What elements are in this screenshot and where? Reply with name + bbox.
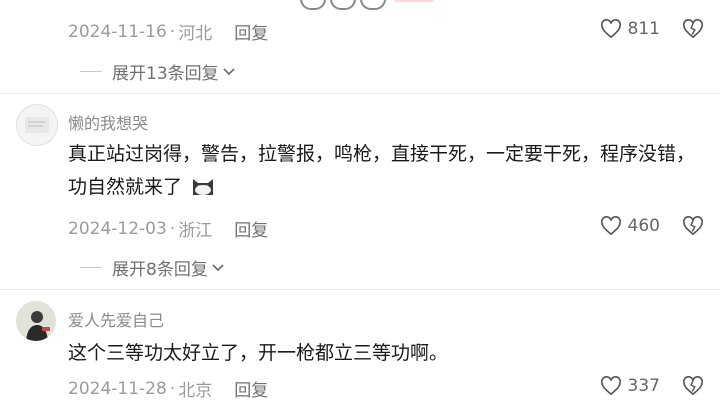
comment-divider bbox=[0, 93, 720, 94]
avatar-image bbox=[16, 301, 56, 341]
comment-date: 2024-12-03 bbox=[68, 218, 167, 239]
comment-text: 真正站过岗得，警告，拉警报，鸣枪，直接干死，一定要干死，程序没错，功自然就来了 bbox=[68, 138, 708, 204]
dislike-button[interactable] bbox=[682, 216, 704, 240]
like-button[interactable]: 811 bbox=[600, 19, 660, 39]
expand-replies-button[interactable]: 展开8条回复 bbox=[80, 255, 225, 280]
comment-username[interactable]: 懒的我想哭 bbox=[68, 110, 148, 134]
expand-divider-line bbox=[80, 71, 102, 72]
comment-date: 2024-11-28 bbox=[68, 378, 167, 399]
comment-meta: 2024-12-03 · 浙江 回复 bbox=[68, 216, 268, 242]
partial-badge bbox=[392, 0, 436, 2]
broken-heart-icon bbox=[683, 19, 703, 39]
comment-text: 这个三等功太好立了，开一枪都立三等功啊。 bbox=[68, 337, 708, 370]
reply-button[interactable]: 回复 bbox=[234, 19, 268, 44]
comment-body: 真正站过岗得，警告，拉警报，鸣枪，直接干死，一定要干死，程序没错，功自然就来了 bbox=[68, 143, 696, 198]
avatar[interactable] bbox=[16, 104, 58, 146]
avatar-image bbox=[25, 117, 49, 133]
comment-location: 河北 bbox=[178, 24, 213, 44]
reply-button[interactable]: 回复 bbox=[234, 216, 268, 241]
comment-body: 这个三等功太好立了，开一枪都立三等功啊。 bbox=[68, 342, 449, 364]
broken-heart-icon bbox=[683, 376, 703, 396]
comment-username[interactable]: 爱人先爱自己 bbox=[68, 307, 164, 331]
comment-date: 2024-11-16 bbox=[68, 21, 167, 42]
comment-location: 北京 bbox=[178, 381, 213, 401]
heart-outline-icon bbox=[600, 376, 621, 396]
like-button[interactable]: 337 bbox=[600, 376, 660, 396]
comment-location: 浙江 bbox=[178, 221, 213, 241]
expand-divider-line bbox=[80, 267, 102, 268]
comment-meta: 2024-11-28 · 北京 回复 bbox=[68, 376, 268, 402]
like-count: 337 bbox=[627, 376, 660, 396]
heart-outline-icon bbox=[600, 216, 621, 236]
broken-heart-icon bbox=[683, 216, 703, 236]
like-count: 460 bbox=[627, 216, 660, 236]
expand-replies-label: 展开8条回复 bbox=[112, 260, 208, 280]
like-button[interactable]: 460 bbox=[600, 216, 660, 236]
expand-replies-button[interactable]: 展开13条回复 bbox=[80, 59, 236, 84]
reply-button[interactable]: 回复 bbox=[234, 376, 268, 401]
chevron-down-icon bbox=[212, 263, 224, 271]
dislike-button[interactable] bbox=[682, 19, 704, 43]
dislike-button[interactable] bbox=[682, 376, 704, 400]
comment-divider bbox=[0, 289, 720, 290]
heart-outline-icon bbox=[600, 19, 621, 39]
partial-emoji-row bbox=[300, 0, 386, 10]
expand-replies-label: 展开13条回复 bbox=[112, 64, 219, 84]
avatar[interactable] bbox=[16, 301, 56, 341]
chevron-down-icon bbox=[223, 67, 235, 75]
like-count: 811 bbox=[627, 19, 660, 39]
cat-face-emoji bbox=[193, 179, 214, 195]
comment-meta: 2024-11-16 · 河北 回复 bbox=[68, 19, 268, 45]
